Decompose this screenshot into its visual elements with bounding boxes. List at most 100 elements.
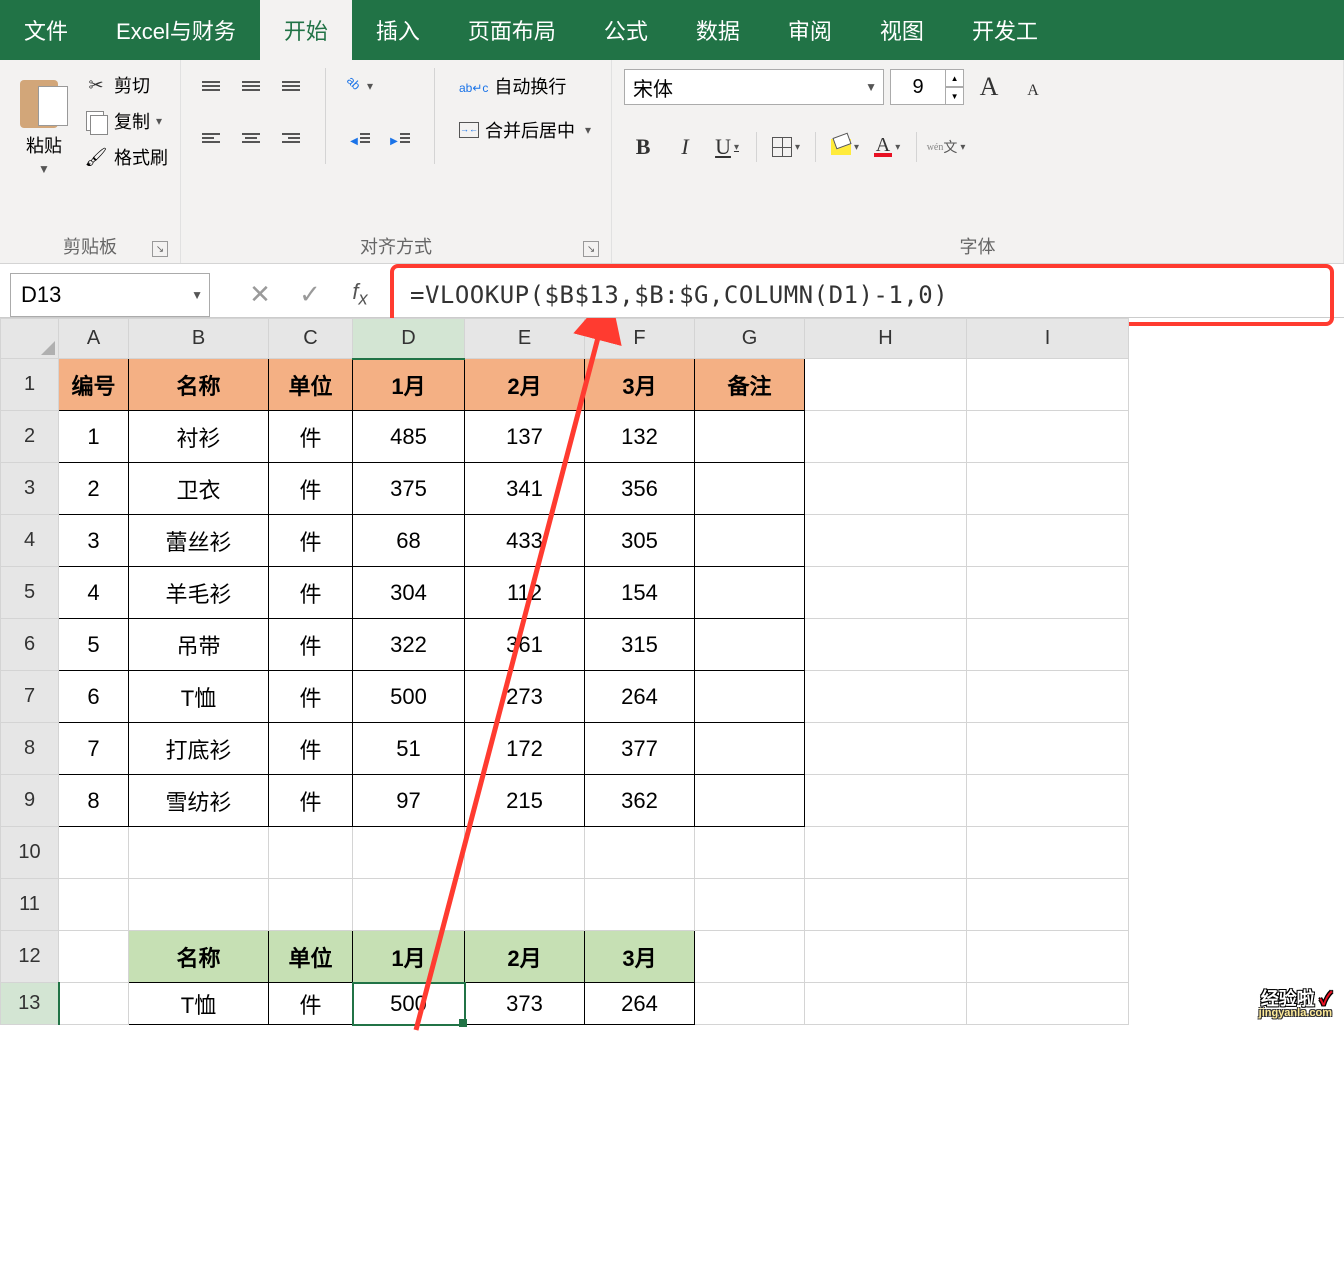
cell[interactable] [967, 983, 1129, 1025]
cell[interactable] [805, 723, 967, 775]
cell[interactable] [967, 931, 1129, 983]
dialog-launcher-icon[interactable]: ↘ [583, 241, 599, 257]
bold-button[interactable]: B [624, 128, 662, 166]
cell[interactable]: 2 [59, 463, 129, 515]
cell[interactable]: 雪纺衫 [129, 775, 269, 827]
tab-formulas[interactable]: 公式 [580, 0, 672, 60]
cell[interactable]: 8 [59, 775, 129, 827]
cell[interactable]: 215 [465, 775, 585, 827]
tab-insert[interactable]: 插入 [352, 0, 444, 60]
font-size-up[interactable]: ▲ [946, 69, 964, 87]
row-header-3[interactable]: 3 [1, 463, 59, 515]
cell[interactable]: 备注 [695, 359, 805, 411]
cell[interactable] [585, 827, 695, 879]
cell[interactable]: 500 [353, 671, 465, 723]
align-top-button[interactable] [193, 68, 229, 104]
cell[interactable] [805, 827, 967, 879]
cell[interactable]: 341 [465, 463, 585, 515]
cell[interactable] [695, 827, 805, 879]
cell[interactable]: 编号 [59, 359, 129, 411]
cell[interactable]: 373 [465, 983, 585, 1025]
cell[interactable] [269, 827, 353, 879]
orientation-button[interactable]: ▾ [342, 68, 378, 104]
merge-center-button[interactable]: 合并后居中 ▾ [451, 112, 599, 148]
cell[interactable] [805, 463, 967, 515]
col-header-c[interactable]: C [269, 319, 353, 359]
cell[interactable] [695, 983, 805, 1025]
row-header-10[interactable]: 10 [1, 827, 59, 879]
cell[interactable] [353, 879, 465, 931]
row-header-8[interactable]: 8 [1, 723, 59, 775]
tab-file[interactable]: 文件 [0, 0, 92, 60]
formula-input[interactable]: =VLOOKUP($B$13,$B:$G,COLUMN(D1)-1,0) [380, 268, 1344, 322]
cell[interactable]: 132 [585, 411, 695, 463]
cell[interactable] [805, 879, 967, 931]
cut-button[interactable]: 剪切 [84, 72, 168, 98]
cell[interactable]: 3月 [585, 931, 695, 983]
cell[interactable]: 件 [269, 567, 353, 619]
cell[interactable]: 打底衫 [129, 723, 269, 775]
cell[interactable]: 264 [585, 983, 695, 1025]
cell[interactable] [129, 827, 269, 879]
cell[interactable]: 356 [585, 463, 695, 515]
underline-button[interactable]: U [708, 128, 746, 166]
cell[interactable]: 1月 [353, 359, 465, 411]
cell[interactable] [967, 515, 1129, 567]
cell[interactable]: 件 [269, 723, 353, 775]
cell[interactable]: 305 [585, 515, 695, 567]
cell[interactable] [805, 359, 967, 411]
col-header-a[interactable]: A [59, 319, 129, 359]
cell[interactable]: 273 [465, 671, 585, 723]
cell[interactable]: 件 [269, 463, 353, 515]
cell[interactable] [59, 827, 129, 879]
cell[interactable] [695, 671, 805, 723]
border-button[interactable] [767, 128, 805, 166]
cell[interactable]: 51 [353, 723, 465, 775]
row-header-6[interactable]: 6 [1, 619, 59, 671]
cell[interactable]: 377 [585, 723, 695, 775]
cancel-formula-button[interactable]: ✕ [240, 275, 280, 315]
row-header-7[interactable]: 7 [1, 671, 59, 723]
cell[interactable]: 件 [269, 671, 353, 723]
cell[interactable]: 2月 [465, 931, 585, 983]
align-center-button[interactable] [233, 120, 269, 156]
cell[interactable] [695, 775, 805, 827]
font-size-select[interactable]: 9 [890, 69, 946, 105]
cell[interactable]: 5 [59, 619, 129, 671]
wrap-text-button[interactable]: 自动换行 [451, 68, 599, 104]
cell[interactable]: 件 [269, 983, 353, 1025]
col-header-d[interactable]: D [353, 319, 465, 359]
tab-data[interactable]: 数据 [672, 0, 764, 60]
cell[interactable] [967, 827, 1129, 879]
font-name-select[interactable]: 宋体 ▼ [624, 69, 884, 105]
row-header-1[interactable]: 1 [1, 359, 59, 411]
cell[interactable]: 单位 [269, 931, 353, 983]
decrease-indent-button[interactable] [342, 120, 378, 156]
cell[interactable] [465, 827, 585, 879]
cell[interactable] [585, 879, 695, 931]
phonetic-button[interactable]: wén 文 [927, 128, 965, 166]
col-header-b[interactable]: B [129, 319, 269, 359]
align-bottom-button[interactable] [273, 68, 309, 104]
col-header-f[interactable]: F [585, 319, 695, 359]
tab-view[interactable]: 视图 [856, 0, 948, 60]
increase-indent-button[interactable] [382, 120, 418, 156]
increase-font-button[interactable]: A [970, 68, 1008, 106]
cell[interactable] [967, 775, 1129, 827]
cell[interactable] [967, 463, 1129, 515]
cell[interactable]: 304 [353, 567, 465, 619]
decrease-font-button[interactable]: A [1014, 68, 1052, 106]
cell[interactable]: 485 [353, 411, 465, 463]
cell[interactable] [967, 619, 1129, 671]
cell[interactable] [695, 619, 805, 671]
cell[interactable] [59, 983, 129, 1025]
insert-function-button[interactable]: fx [340, 275, 380, 315]
cell[interactable] [805, 567, 967, 619]
cell[interactable]: 112 [465, 567, 585, 619]
row-header-12[interactable]: 12 [1, 931, 59, 983]
cell[interactable]: 361 [465, 619, 585, 671]
cell[interactable] [59, 931, 129, 983]
col-header-g[interactable]: G [695, 319, 805, 359]
cell[interactable] [695, 723, 805, 775]
col-header-h[interactable]: H [805, 319, 967, 359]
